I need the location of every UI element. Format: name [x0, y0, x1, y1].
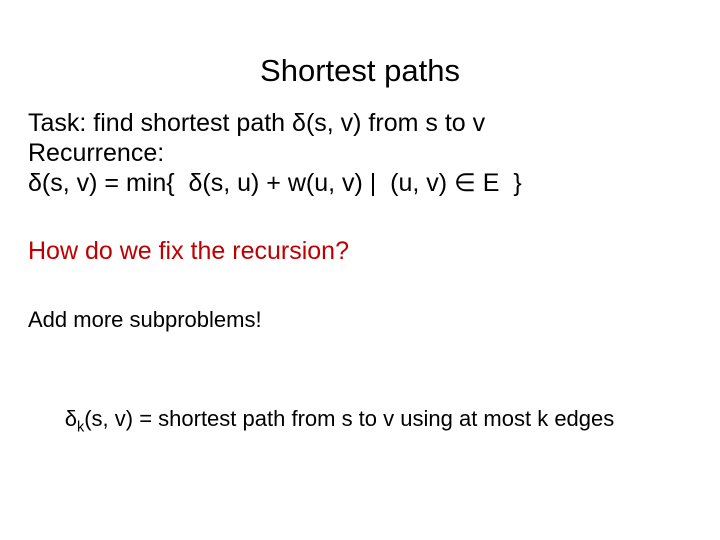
slide-body: Task: find shortest path δ(s, v) from s … — [28, 108, 698, 461]
definition-rest: (s, v) = shortest path from s to v using… — [84, 406, 615, 431]
question-line: How do we fix the recursion? — [28, 237, 349, 265]
definition-symbol: δ — [64, 406, 77, 431]
recurrence-formula: δ(s, v) = min{ δ(s, u) + w(u, v) | (u, v… — [28, 169, 522, 197]
task-line: Task: find shortest path δ(s, v) from s … — [28, 109, 486, 137]
slide-canvas: Shortest paths Task: find shortest path … — [0, 0, 720, 540]
recurrence-label: Recurrence: — [28, 139, 165, 167]
definition-line: δk(s, v) = shortest path from s to v usi… — [28, 377, 698, 461]
answer-line: Add more subproblems! — [28, 307, 262, 332]
page-title: Shortest paths — [260, 52, 460, 88]
